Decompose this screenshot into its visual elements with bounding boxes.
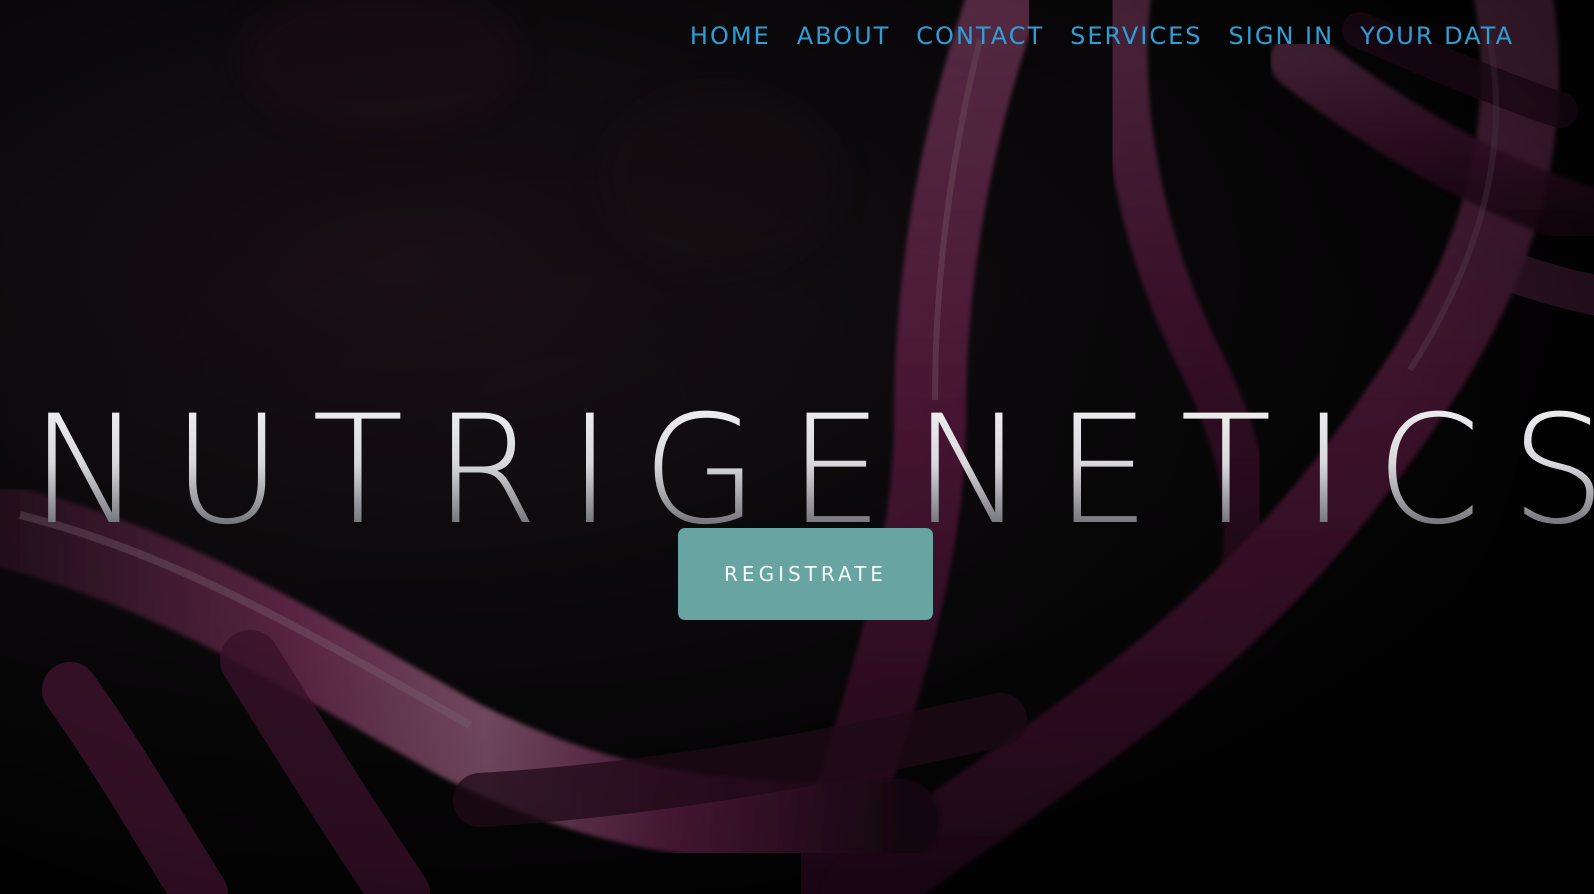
nav-contact-link[interactable]: CONTACT: [916, 18, 1044, 54]
hero-title: NUTRIGENETICS: [0, 391, 1594, 551]
nav-about-link[interactable]: ABOUT: [797, 18, 891, 54]
nav-services-link[interactable]: SERVICES: [1070, 18, 1202, 54]
register-button[interactable]: REGISTRATE: [678, 528, 933, 620]
hero-section: HOME ABOUT CONTACT SERVICES SIGN IN YOUR…: [0, 0, 1594, 894]
main-navigation: HOME ABOUT CONTACT SERVICES SIGN IN YOUR…: [690, 18, 1514, 54]
nav-your-data-link[interactable]: YOUR DATA: [1360, 18, 1514, 54]
nav-home-link[interactable]: HOME: [690, 18, 771, 54]
nav-sign-in-link[interactable]: SIGN IN: [1229, 18, 1335, 54]
